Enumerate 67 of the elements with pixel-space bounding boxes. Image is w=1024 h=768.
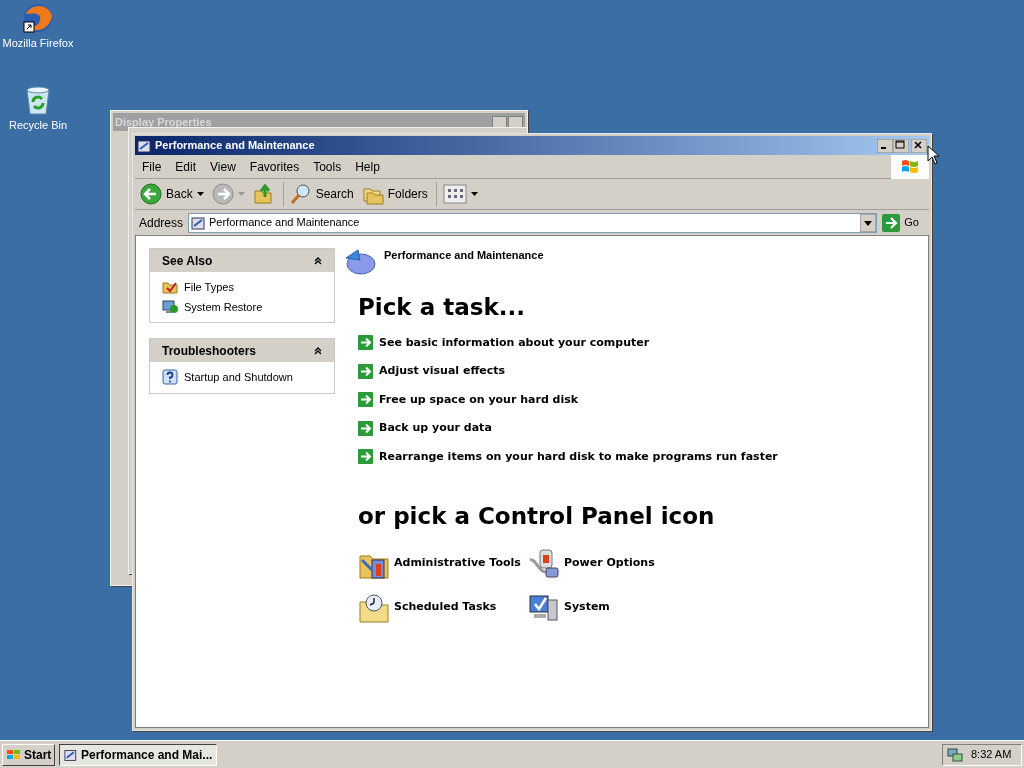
dropdown-button[interactable] <box>860 213 877 232</box>
folder-clock-icon <box>358 591 390 624</box>
menu-item[interactable]: Help <box>348 157 387 176</box>
task-link[interactable]: Rearrange items on your hard disk to make programs run faster <box>358 448 928 465</box>
folders-button[interactable]: Folders <box>359 181 430 207</box>
dropdown-caret-icon <box>237 192 245 196</box>
arrow-icon <box>358 363 373 379</box>
dropdown-caret-icon <box>470 192 478 196</box>
arrow-icon <box>358 449 373 465</box>
control-panel-link[interactable]: System <box>528 591 698 624</box>
window-title: Display Properties <box>115 114 212 130</box>
views-grid-icon <box>442 184 467 204</box>
computer-restore-icon <box>162 298 178 315</box>
task-link[interactable]: See basic information about your computer <box>358 334 928 351</box>
panel-header[interactable]: See Also <box>150 249 334 272</box>
network-computer-icon <box>947 746 963 763</box>
browser-globe-icon <box>22 2 54 34</box>
arrow-circle-icon <box>140 183 162 205</box>
task-link[interactable]: Adjust visual effects <box>358 363 928 380</box>
dropdown-caret-icon <box>196 192 204 196</box>
panel-header[interactable]: Troubleshooters <box>150 339 334 362</box>
category-title: Performance and Maintenance <box>384 248 544 263</box>
folder-check-icon <box>162 279 178 296</box>
panel-link[interactable]: Startup and Shutdown <box>162 369 322 386</box>
window-title: Performance and Maintenance <box>155 138 316 154</box>
back-button[interactable]: Back <box>138 181 206 207</box>
start-button[interactable]: Start <box>2 743 56 766</box>
control-panel-link[interactable]: Administrative Tools <box>358 547 528 580</box>
flag-logo-icon <box>6 747 22 762</box>
menu-item[interactable]: Tools <box>306 157 349 176</box>
address-field[interactable]: Performance and Maintenance <box>188 212 878 233</box>
pie-chart-icon <box>344 246 376 276</box>
section-heading: or pick a Control Panel icon <box>358 502 716 531</box>
arrow-icon <box>358 392 373 408</box>
panel-link[interactable]: File Types <box>162 279 322 296</box>
menu-item[interactable]: Favorites <box>242 157 307 176</box>
arrow-icon <box>358 335 373 351</box>
arrow-circle-icon <box>211 183 234 205</box>
section-heading: Pick a task... <box>358 293 526 322</box>
folder-up-icon <box>252 183 275 205</box>
control-panel-link[interactable]: Power Options <box>528 547 698 580</box>
help-icon <box>162 369 178 386</box>
control-panel-icon <box>64 747 77 762</box>
control-panel-icon <box>137 138 151 153</box>
panel-link[interactable]: System Restore <box>162 298 322 315</box>
flag-logo-icon <box>900 157 920 176</box>
control-panel-link[interactable]: Scheduled Tasks <box>358 591 528 624</box>
search-button[interactable]: Search <box>287 181 356 207</box>
desktop-icon-label[interactable]: Recycle Bin <box>8 119 68 132</box>
task-link[interactable]: Free up space on your hard disk <box>358 391 928 408</box>
address-label: Address <box>138 214 185 232</box>
menu-item[interactable]: File <box>135 157 169 176</box>
go-arrow-icon <box>882 213 901 232</box>
views-button[interactable] <box>440 181 480 207</box>
search-icon <box>289 183 312 205</box>
taskbar-button[interactable]: Performance and Mai... <box>59 743 218 766</box>
arrow-icon <box>358 420 373 436</box>
desktop-icon-label[interactable]: Mozilla Firefox <box>2 37 74 50</box>
maximize-button[interactable] <box>893 138 909 153</box>
menu-item[interactable]: Edit <box>168 157 204 176</box>
minimize-button[interactable] <box>877 138 893 153</box>
task-link[interactable]: Back up your data <box>358 420 928 437</box>
clock: 8:32 AM <box>971 747 1012 763</box>
power-plug-icon <box>528 547 560 580</box>
go-button[interactable]: Go <box>880 213 927 232</box>
menu-item[interactable]: View <box>203 157 243 176</box>
control-panel-icon <box>191 215 206 230</box>
